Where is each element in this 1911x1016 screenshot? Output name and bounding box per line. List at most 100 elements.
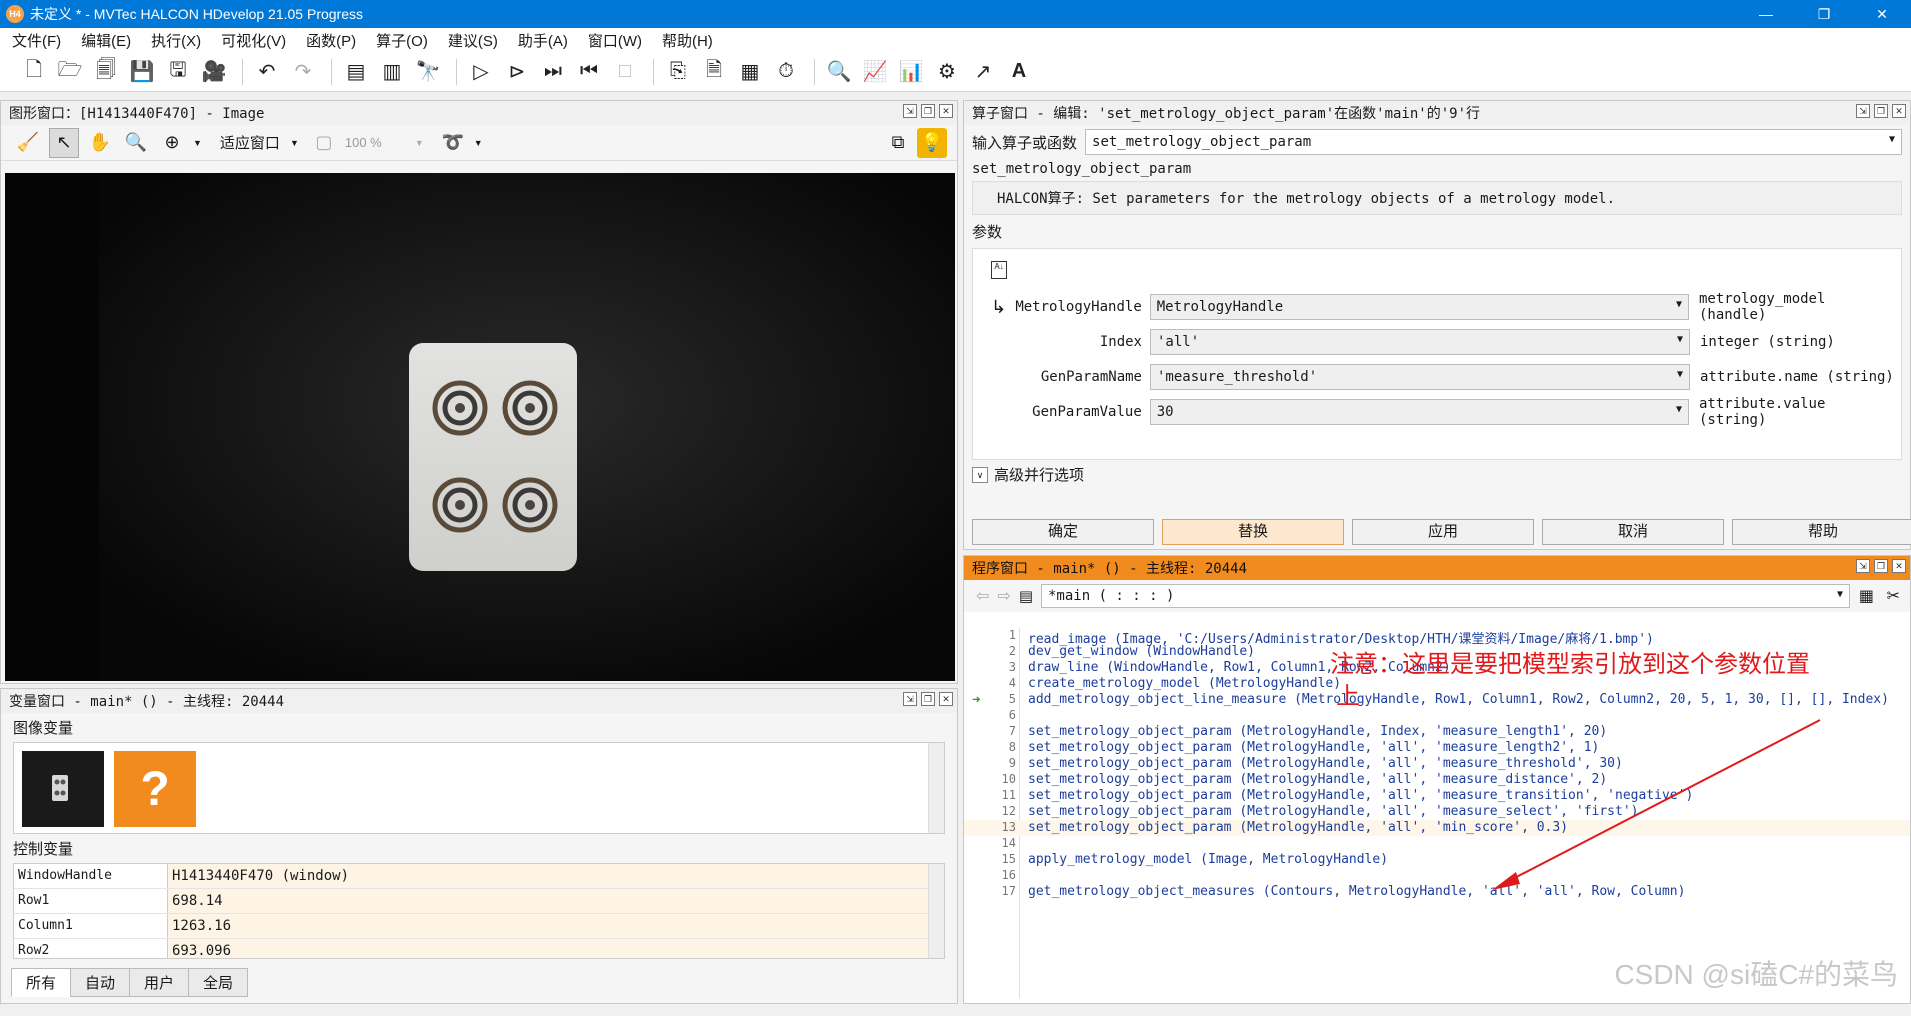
histogram-icon[interactable]: 📈 bbox=[859, 56, 891, 88]
menu-help[interactable]: 帮助(H) bbox=[654, 30, 725, 51]
chevron-down-icon[interactable]: ▼ bbox=[290, 138, 299, 148]
chevron-down-icon[interactable]: ▼ bbox=[1889, 134, 1895, 145]
export-icon[interactable]: ⎘ bbox=[662, 56, 694, 88]
undo-icon[interactable]: ↶ bbox=[251, 56, 283, 88]
insert-breakpoint-icon[interactable]: ▤ bbox=[340, 56, 372, 88]
close-icon[interactable]: ✕ bbox=[939, 692, 953, 706]
zoom-level[interactable]: 100 % bbox=[345, 135, 415, 150]
line-profile-icon[interactable]: 📊 bbox=[895, 56, 927, 88]
param-value-field[interactable]: 30 ▼ bbox=[1149, 399, 1689, 425]
chevron-down-icon[interactable]: ▼ bbox=[474, 138, 483, 148]
open-file-icon[interactable]: 🗁 bbox=[54, 56, 86, 88]
image-thumbnail[interactable] bbox=[22, 751, 104, 827]
replace-button[interactable]: 替换 bbox=[1162, 519, 1344, 545]
maximize-icon[interactable]: ❐ bbox=[1874, 104, 1888, 118]
open-recent-icon[interactable]: 🗐 bbox=[90, 56, 122, 88]
menu-window[interactable]: 窗口(W) bbox=[580, 30, 654, 51]
menu-assistants[interactable]: 助手(A) bbox=[510, 30, 580, 51]
timer-icon[interactable]: ⏱ bbox=[770, 56, 802, 88]
close-icon[interactable]: ✕ bbox=[1892, 104, 1906, 118]
control-vars-scrollbar[interactable] bbox=[928, 864, 944, 958]
pan-hand-icon[interactable]: ✋ bbox=[85, 128, 115, 158]
menu-file[interactable]: 文件(F) bbox=[4, 30, 73, 51]
fit-window-dropdown[interactable]: 适应窗口 bbox=[220, 132, 280, 153]
layers-icon[interactable]: ⧉ bbox=[883, 128, 913, 158]
image-canvas[interactable] bbox=[5, 173, 955, 681]
help-button[interactable]: 帮助 bbox=[1732, 519, 1911, 545]
zoom-in-icon[interactable]: ⊕ bbox=[157, 128, 187, 158]
chevron-down-icon[interactable]: ▼ bbox=[193, 138, 202, 148]
cancel-button[interactable]: 取消 bbox=[1542, 519, 1724, 545]
lightbulb-icon[interactable]: 💡 bbox=[917, 127, 947, 158]
param-value-field[interactable]: 'all' ▼ bbox=[1150, 329, 1690, 355]
undock-icon[interactable]: ⇲ bbox=[903, 692, 917, 706]
operator-window-header: 算子窗口 - 编辑: 'set_metrology_object_param'在… bbox=[964, 101, 1910, 125]
run-icon[interactable]: ▷ bbox=[465, 56, 497, 88]
menu-edit[interactable]: 编辑(E) bbox=[73, 30, 143, 51]
record-icon[interactable]: 🎥 bbox=[198, 56, 230, 88]
table-row[interactable]: Row1 698.14 bbox=[14, 889, 944, 914]
close-icon[interactable]: ✕ bbox=[939, 104, 953, 118]
toolbar-separator bbox=[242, 58, 243, 85]
inspect-icon[interactable]: ▦ bbox=[734, 56, 766, 88]
tab-auto[interactable]: 自动 bbox=[70, 968, 131, 997]
menu-execute[interactable]: 执行(X) bbox=[143, 30, 213, 51]
tab-user[interactable]: 用户 bbox=[129, 968, 190, 997]
save-icon[interactable]: 💾 bbox=[126, 56, 158, 88]
new-file-icon[interactable]: 🗋 bbox=[18, 56, 50, 88]
stop-icon[interactable]: □ bbox=[609, 56, 641, 88]
minimize-button[interactable]: — bbox=[1737, 0, 1795, 28]
tab-all[interactable]: 所有 bbox=[11, 968, 72, 997]
chevron-down-icon[interactable]: ▼ bbox=[415, 138, 424, 148]
chevron-down-icon[interactable]: ▼ bbox=[1676, 299, 1682, 310]
advanced-options[interactable]: ∨ 高级并行选项 bbox=[972, 464, 1902, 485]
maximize-icon[interactable]: ❐ bbox=[921, 692, 935, 706]
step-over-icon[interactable]: ⊳ bbox=[501, 56, 533, 88]
image-vars-scrollbar[interactable] bbox=[928, 743, 944, 833]
ok-button[interactable]: 确定 bbox=[972, 519, 1154, 545]
param-value: 30 bbox=[1156, 404, 1174, 420]
apply-button[interactable]: 应用 bbox=[1352, 519, 1534, 545]
magnify-icon[interactable]: 🔍 bbox=[121, 128, 151, 158]
clear-breakpoint-icon[interactable]: ▥ bbox=[376, 56, 408, 88]
menu-procedures[interactable]: 函数(P) bbox=[298, 30, 368, 51]
sort-icon[interactable]: A↓ bbox=[991, 261, 1007, 279]
maximize-button[interactable]: ❐ bbox=[1795, 0, 1853, 28]
expand-icon[interactable]: ∨ bbox=[972, 466, 988, 483]
draw-shape-icon[interactable]: ➰ bbox=[438, 128, 468, 158]
pointer-icon[interactable]: ↖ bbox=[49, 127, 79, 158]
operator-search-input[interactable]: set_metrology_object_param ▼ bbox=[1085, 129, 1902, 155]
param-type: attribute.name (string) bbox=[1700, 369, 1894, 385]
redo-icon[interactable]: ↷ bbox=[287, 56, 319, 88]
gray-icon[interactable]: ⚙ bbox=[931, 56, 963, 88]
operator-name: set_metrology_object_param bbox=[972, 161, 1192, 177]
ocr-icon[interactable]: A bbox=[1003, 56, 1035, 88]
contours-thumbnail[interactable]: ? bbox=[114, 751, 196, 827]
menu-suggestions[interactable]: 建议(S) bbox=[440, 30, 510, 51]
param-value-field[interactable]: 'measure_threshold' ▼ bbox=[1150, 364, 1690, 390]
chevron-down-icon[interactable]: ▼ bbox=[1677, 334, 1683, 345]
chevron-down-icon[interactable]: ▼ bbox=[1676, 404, 1682, 415]
feature-icon[interactable]: ↗ bbox=[967, 56, 999, 88]
chevron-down-icon[interactable]: ▼ bbox=[1677, 369, 1683, 380]
maximize-icon[interactable]: ❐ bbox=[921, 104, 935, 118]
step-out-icon[interactable]: ⏮ bbox=[573, 56, 605, 88]
step-into-icon[interactable]: ⏭ bbox=[537, 56, 569, 88]
undock-icon[interactable]: ⇲ bbox=[1856, 104, 1870, 118]
close-button[interactable]: ✕ bbox=[1853, 0, 1911, 28]
var-value: 693.096 bbox=[168, 939, 944, 958]
table-row[interactable]: WindowHandle H1413440F470 (window) bbox=[14, 864, 944, 889]
undock-icon[interactable]: ⇲ bbox=[903, 104, 917, 118]
table-row[interactable]: Column1 1263.16 bbox=[14, 914, 944, 939]
find-icon[interactable]: 🔭 bbox=[412, 56, 444, 88]
menu-operators[interactable]: 算子(O) bbox=[368, 30, 440, 51]
document-icon[interactable]: 🗎 bbox=[698, 56, 730, 88]
tab-global[interactable]: 全局 bbox=[188, 968, 249, 997]
zoom-icon[interactable]: 🔍 bbox=[823, 56, 855, 88]
clear-window-icon[interactable]: 🧹 bbox=[13, 128, 43, 158]
menu-bar: 文件(F) 编辑(E) 执行(X) 可视化(V) 函数(P) 算子(O) 建议(… bbox=[0, 28, 1911, 52]
table-row[interactable]: Row2 693.096 bbox=[14, 939, 944, 958]
save-all-icon[interactable]: 🖫 bbox=[162, 56, 194, 88]
param-value-field[interactable]: MetrologyHandle ▼ bbox=[1149, 294, 1689, 320]
menu-visualize[interactable]: 可视化(V) bbox=[213, 30, 298, 51]
